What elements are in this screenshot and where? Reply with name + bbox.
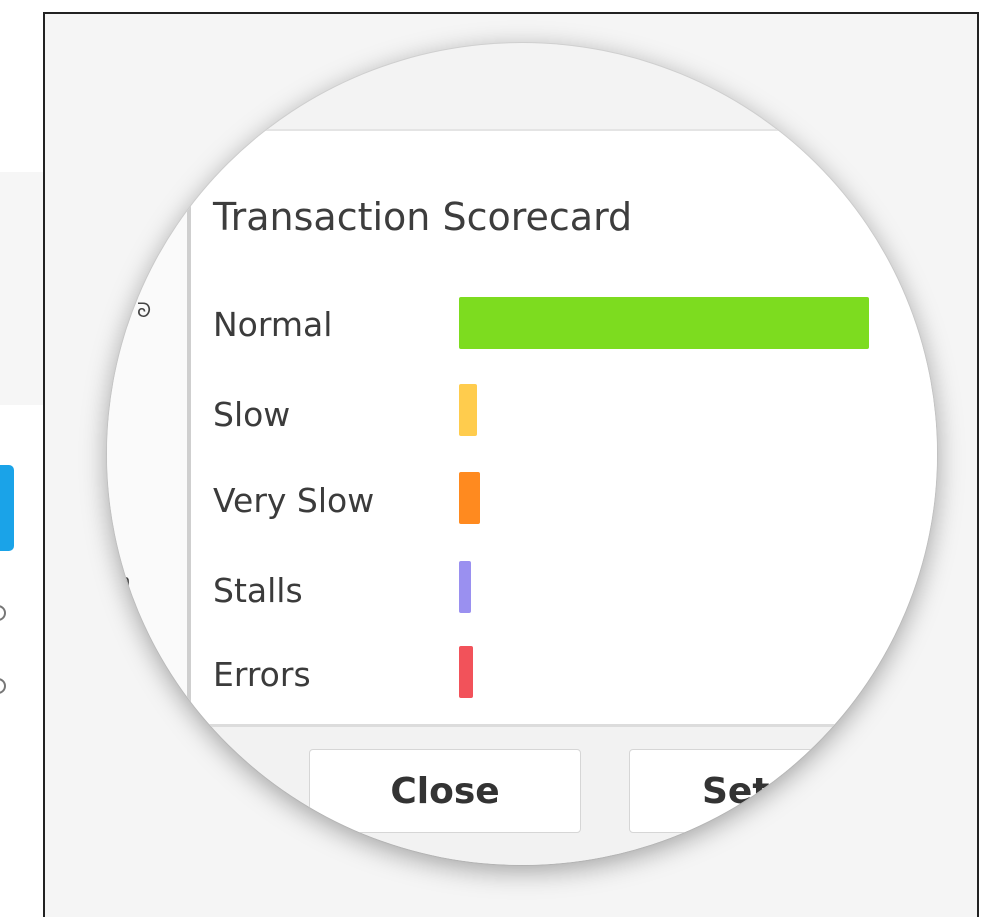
partial-radio-option[interactable] xyxy=(0,605,6,621)
row-label-slow: Slow xyxy=(213,395,291,434)
cropped-text-fragment: ᘐ xyxy=(137,298,152,322)
row-label-very-slow: Very Slow xyxy=(213,481,375,520)
dialog-footer: Close Set xyxy=(187,727,937,865)
row-label-stalls: Stalls xyxy=(213,571,303,610)
row-label-normal: Normal xyxy=(213,305,333,344)
bar-slow xyxy=(459,384,477,436)
lens-left-edge xyxy=(107,173,187,773)
bar-track-very-slow xyxy=(459,472,869,524)
close-button[interactable]: Close xyxy=(309,749,581,833)
magnifier-lens: ᘐ n Transaction Scorecard Normal Slow Ve… xyxy=(107,43,937,865)
bar-stalls xyxy=(459,561,471,613)
bar-track-errors xyxy=(459,646,869,698)
bar-very-slow xyxy=(459,472,480,524)
set-button[interactable]: Set xyxy=(629,749,929,833)
bar-normal xyxy=(459,297,869,349)
scorecard-title: Transaction Scorecard xyxy=(213,195,633,239)
transaction-scorecard-panel: Transaction Scorecard Normal Slow Very S… xyxy=(187,129,937,727)
bar-track-normal xyxy=(459,297,869,349)
partial-radio-option[interactable] xyxy=(0,678,6,694)
bar-errors xyxy=(459,646,473,698)
row-label-errors: Errors xyxy=(213,655,311,694)
bar-track-stalls xyxy=(459,561,869,613)
bar-track-slow xyxy=(459,384,869,436)
cropped-text-fragment: n xyxy=(119,571,131,592)
partial-blue-button[interactable] xyxy=(0,465,14,551)
